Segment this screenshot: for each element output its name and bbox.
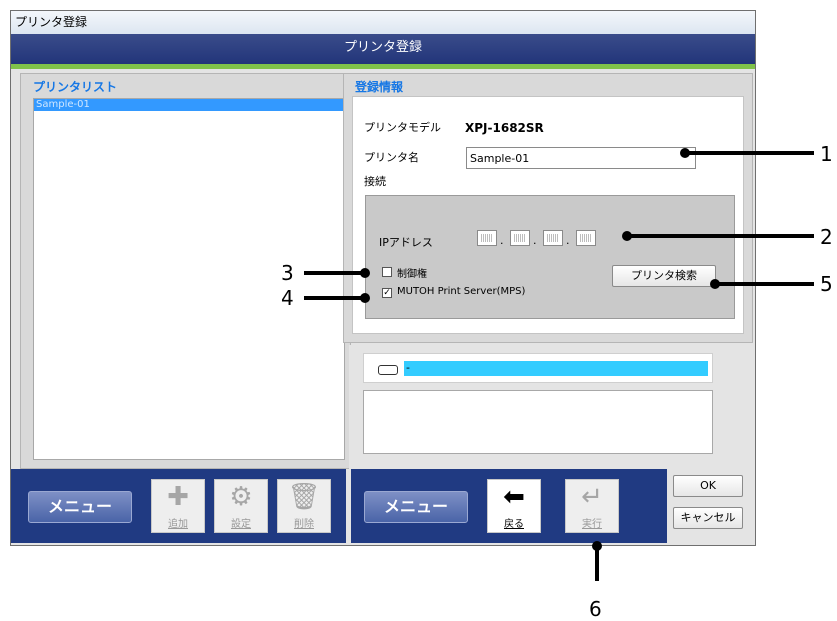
cancel-button[interactable]: キャンセル xyxy=(673,507,743,529)
status-bar: - xyxy=(404,361,708,376)
status-panel: - xyxy=(349,345,753,469)
mps-checkbox[interactable]: ✓ xyxy=(382,288,392,298)
control-checkbox[interactable] xyxy=(382,267,392,277)
execute-label: 実行 xyxy=(582,519,602,530)
callout-3-dot xyxy=(360,268,370,278)
left-toolbar: メニュー ✚ 追加 ⚙ 設定 🗑 削除 xyxy=(11,469,346,543)
plus-icon: ✚ xyxy=(167,482,189,512)
control-label: 制御権 xyxy=(397,269,427,280)
callout-6-number: 6 xyxy=(589,597,602,621)
enter-arrow-icon: ↵ xyxy=(581,482,603,512)
header-title: プリンタ登録 xyxy=(11,34,755,64)
callout-3-line xyxy=(304,271,364,275)
ip-octet-2[interactable] xyxy=(510,230,530,246)
status-indicator-icon xyxy=(378,365,398,375)
callout-2-line xyxy=(630,234,814,238)
header-divider xyxy=(11,64,755,69)
callout-3-number: 3 xyxy=(281,261,294,285)
registration-panel: 登録情報 プリンタモデル XPJ-1682SR プリンタ名 接続 IPアドレス … xyxy=(343,73,753,343)
ip-label: IPアドレス xyxy=(379,236,433,249)
list-item[interactable]: Sample-01 xyxy=(34,99,344,111)
printer-search-button[interactable]: プリンタ検索 xyxy=(612,265,716,287)
right-toolbar: メニュー ⬅ 戻る ↵ 実行 xyxy=(351,469,667,543)
ip-octet-3[interactable] xyxy=(543,230,563,246)
status-row: - xyxy=(363,353,713,383)
delete-button[interactable]: 🗑 削除 xyxy=(277,479,331,533)
menu-button[interactable]: メニュー xyxy=(28,491,132,523)
ip-separator: . xyxy=(533,234,537,247)
ip-separator: . xyxy=(500,234,504,247)
window-title: プリンタ登録 xyxy=(11,11,755,34)
connection-group: IPアドレス . . . 制御権 ✓ MUTOH Print Server(MP… xyxy=(365,195,735,319)
ip-separator: . xyxy=(566,234,570,247)
add-button[interactable]: ✚ 追加 xyxy=(151,479,205,533)
callout-5-line xyxy=(718,282,814,286)
printer-listbox[interactable]: Sample-01 xyxy=(33,98,345,460)
mps-label: MUTOH Print Server(MPS) xyxy=(397,286,526,297)
menu-button[interactable]: メニュー xyxy=(364,491,468,523)
registration-title: 登録情報 xyxy=(355,80,404,94)
printer-list-panel: プリンタリスト Sample-01 xyxy=(20,73,351,469)
execute-button[interactable]: ↵ 実行 xyxy=(565,479,619,533)
trash-icon: 🗑 xyxy=(287,482,321,512)
delete-label: 削除 xyxy=(294,519,314,530)
ip-octet-4[interactable] xyxy=(576,230,596,246)
callout-1-number: 1 xyxy=(820,142,833,166)
dialog-button-area: OK キャンセル xyxy=(667,469,755,543)
name-label: プリンタ名 xyxy=(364,151,419,164)
message-box xyxy=(363,390,713,454)
ip-octet-1[interactable] xyxy=(477,230,497,246)
ok-button[interactable]: OK xyxy=(673,475,743,497)
arrow-left-icon: ⬅ xyxy=(503,482,525,512)
printer-name-input[interactable] xyxy=(466,147,696,169)
model-label: プリンタモデル xyxy=(364,121,441,134)
back-button[interactable]: ⬅ 戻る xyxy=(487,479,541,533)
add-label: 追加 xyxy=(168,519,188,530)
connection-label: 接続 xyxy=(364,175,386,188)
printer-list-title: プリンタリスト xyxy=(33,80,118,94)
settings-button[interactable]: ⚙ 設定 xyxy=(214,479,268,533)
settings-label: 設定 xyxy=(231,519,251,530)
callout-6-line xyxy=(595,549,599,581)
gear-icon: ⚙ xyxy=(229,482,253,512)
callout-1-line xyxy=(688,151,814,155)
callout-4-line xyxy=(304,296,364,300)
back-label: 戻る xyxy=(504,519,524,530)
callout-4-number: 4 xyxy=(281,286,294,310)
callout-2-number: 2 xyxy=(820,225,833,249)
registration-content: プリンタモデル XPJ-1682SR プリンタ名 接続 IPアドレス . . .… xyxy=(352,96,744,334)
model-value: XPJ-1682SR xyxy=(465,121,544,135)
callout-5-number: 5 xyxy=(820,272,833,296)
printer-registration-window: プリンタ登録 プリンタ登録 プリンタリスト Sample-01 登録情報 プリン… xyxy=(10,10,756,546)
callout-4-dot xyxy=(360,293,370,303)
